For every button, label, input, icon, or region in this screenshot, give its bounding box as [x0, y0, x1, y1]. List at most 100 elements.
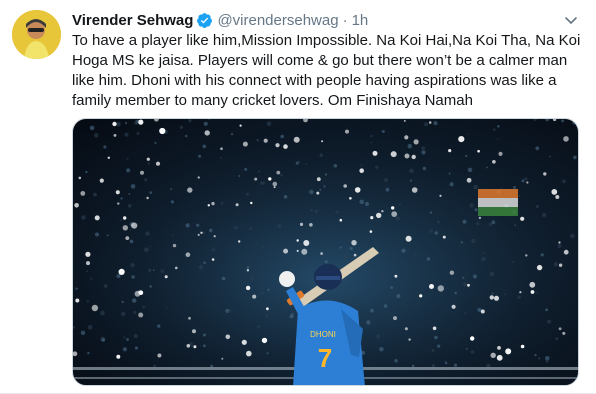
crowd-speck	[94, 133, 99, 138]
crowd-speck	[422, 166, 427, 171]
phone-light	[245, 285, 251, 291]
phone-light	[555, 195, 560, 199]
phone-light	[85, 251, 91, 257]
crowd-speck	[134, 346, 138, 350]
phone-light	[404, 135, 409, 140]
crowd-speck	[570, 233, 575, 239]
crowd-speck	[81, 215, 86, 220]
crowd-speck	[191, 345, 194, 347]
crowd-speck	[364, 201, 370, 207]
phone-light	[254, 177, 258, 181]
phone-light	[131, 222, 138, 229]
phone-light	[113, 134, 117, 137]
phone-light	[276, 170, 281, 175]
flag-stripe-green	[478, 207, 518, 216]
phone-light	[558, 241, 561, 244]
phone-light	[268, 177, 272, 181]
crowd-speck	[476, 222, 480, 226]
phone-light	[221, 357, 224, 360]
crowd-speck	[266, 352, 269, 355]
phone-light	[526, 181, 529, 184]
crowd-speck	[383, 304, 388, 308]
crowd-speck	[349, 246, 353, 251]
author-handle[interactable]: @virendersehwag	[217, 12, 338, 29]
crowd-speck	[203, 121, 208, 126]
phone-light	[563, 249, 569, 255]
crowd-speck	[396, 294, 401, 299]
crowd-speck	[100, 310, 105, 316]
phone-light	[238, 240, 241, 243]
phone-light	[252, 294, 257, 299]
phone-light	[207, 204, 210, 207]
tweet-header: Virender Sehwag @virendersehwag · 1h	[72, 10, 584, 30]
crowd-speck	[370, 134, 373, 138]
crowd-speck	[129, 239, 134, 244]
phone-light	[283, 248, 289, 254]
author-name[interactable]: Virender Sehwag	[72, 12, 193, 29]
phone-light	[529, 281, 536, 288]
phone-light	[376, 212, 382, 219]
crowd-speck	[198, 264, 204, 270]
timestamp[interactable]: 1h	[352, 12, 369, 29]
phone-light	[394, 274, 398, 278]
crowd-speck	[555, 337, 559, 341]
phone-light	[211, 258, 215, 261]
crowd-speck	[375, 165, 379, 169]
crowd-speck	[561, 119, 564, 123]
phone-light	[354, 187, 361, 193]
chevron-down-icon[interactable]	[562, 11, 580, 29]
tweet-card[interactable]: Virender Sehwag @virendersehwag · 1h To …	[0, 0, 596, 394]
phone-light	[293, 136, 300, 143]
crowd-speck	[370, 308, 374, 313]
crowd-speck	[256, 271, 258, 274]
crowd-speck	[238, 175, 241, 177]
crowd-speck	[305, 163, 307, 165]
crowd-speck	[557, 244, 562, 248]
phone-light	[146, 157, 150, 161]
crowd-speck	[474, 208, 478, 212]
crowd-speck	[126, 168, 131, 173]
phone-light	[155, 161, 161, 166]
crowd-speck	[540, 253, 544, 257]
crowd-speck	[319, 188, 322, 191]
crowd-speck	[514, 224, 517, 226]
crowd-speck	[209, 228, 213, 233]
crowd-speck	[142, 305, 146, 309]
crowd-speck	[469, 203, 474, 208]
crowd-speck	[244, 167, 248, 171]
phone-light	[558, 263, 563, 267]
crowd-speck	[147, 162, 150, 165]
crowd-speck	[394, 359, 398, 363]
crowd-speck	[535, 204, 539, 209]
crowd-speck	[312, 231, 315, 233]
crowd-speck	[453, 363, 458, 367]
crowd-speck	[385, 187, 390, 192]
crowd-speck	[106, 234, 109, 237]
crowd-speck	[473, 184, 478, 190]
crowd-speck	[280, 174, 283, 177]
crowd-speck	[126, 338, 129, 341]
crowd-speck	[573, 155, 577, 160]
phone-light	[551, 189, 558, 195]
phone-light	[536, 264, 543, 271]
crowd-speck	[491, 220, 496, 225]
phone-light	[343, 184, 348, 188]
crowd-speck	[463, 282, 467, 287]
crowd-speck	[460, 241, 463, 244]
crowd-speck	[534, 354, 537, 357]
crowd-speck	[170, 188, 173, 190]
avatar[interactable]	[12, 10, 61, 59]
phone-light	[112, 121, 117, 127]
crowd-speck	[203, 344, 206, 348]
crowd-speck	[409, 168, 414, 174]
phone-light	[299, 222, 304, 226]
crowd-speck	[121, 311, 126, 316]
crowd-speck	[370, 141, 372, 144]
crowd-speck	[144, 178, 148, 182]
phone-light	[448, 149, 452, 153]
tweet-photo[interactable]: DHONI 7	[72, 118, 579, 386]
crowd-speck	[95, 232, 99, 237]
phone-light	[138, 312, 144, 318]
crowd-speck	[86, 300, 89, 303]
crowd-speck	[471, 238, 476, 244]
